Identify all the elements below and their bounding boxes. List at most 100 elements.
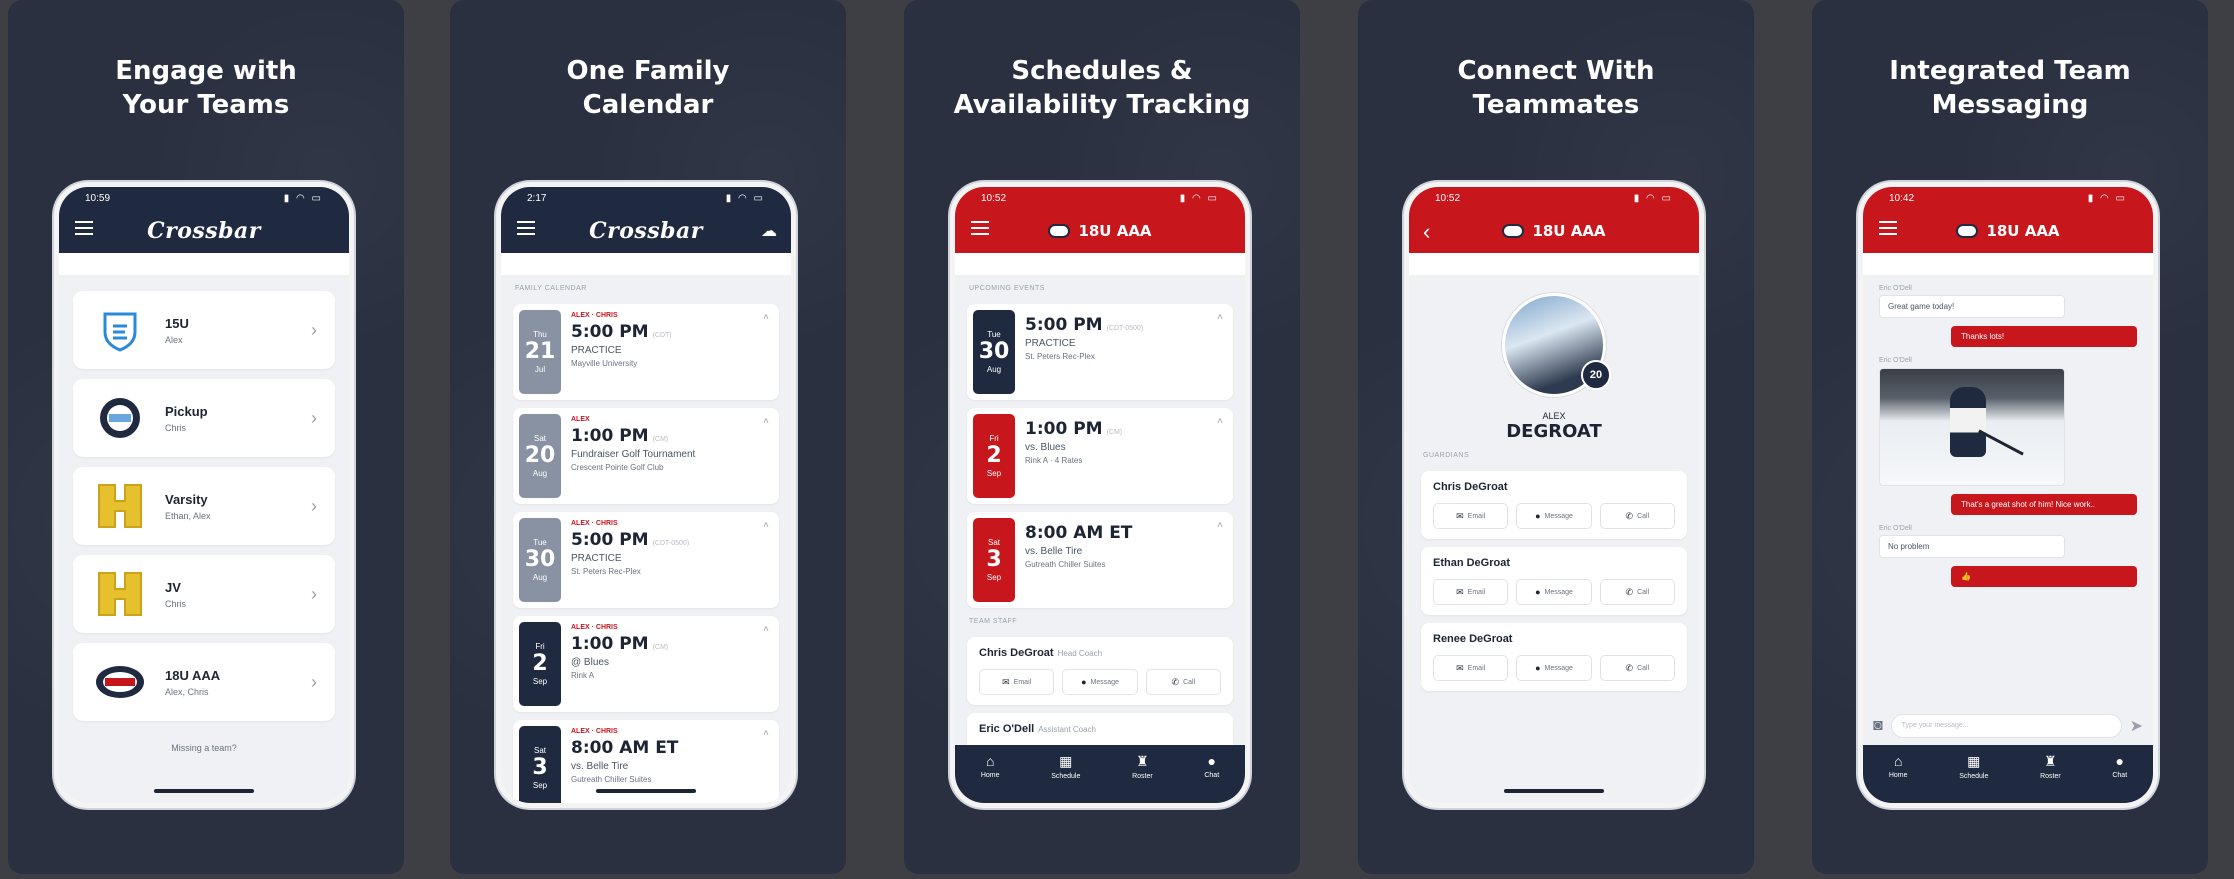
team-title-text: 18U AAA: [1986, 222, 2060, 240]
call-button[interactable]: ✆Call: [1599, 579, 1675, 605]
event-weekday: Tue: [533, 538, 547, 547]
event-details: ALEX · CHRIS 1:00 PM (CM) @ Blues Rink A: [561, 616, 779, 712]
chevron-up-icon[interactable]: ˄: [1217, 520, 1223, 531]
tab-roster[interactable]: ♜ Roster: [2040, 753, 2061, 803]
email-button[interactable]: ✉Email: [1433, 503, 1509, 529]
tab-label: Home: [980, 772, 1000, 779]
tab-schedule[interactable]: ▦ Schedule: [1051, 753, 1080, 803]
tab-home[interactable]: ⌂ Home: [1889, 753, 1908, 803]
call-button[interactable]: ✆Call: [1599, 503, 1675, 529]
event-card[interactable]: Thu 21 Jul ALEX · CHRIS 5:00 PM (CDT) PRACTICE…: [513, 304, 779, 400]
event-day: 21: [524, 339, 556, 364]
tab-schedule[interactable]: ▦ Schedule: [1959, 753, 1988, 803]
hockey-player-image: [1950, 387, 1986, 457]
chevron-up-icon[interactable]: ˄: [763, 416, 769, 427]
message-button[interactable]: ●Message: [1062, 669, 1138, 695]
event-time-text: 5:00 PM: [1025, 315, 1103, 335]
email-button[interactable]: ✉Email: [1433, 655, 1509, 681]
message-composer: ◙ Type your message... ➤: [1863, 707, 2153, 745]
team-card[interactable]: JV Chris ›: [73, 555, 335, 633]
call-button[interactable]: ✆Call: [1599, 655, 1675, 681]
player-last-name: DEGROAT: [1506, 421, 1602, 442]
tab-label: Home: [1888, 772, 1908, 779]
event-time: 1:00 PM (CM): [571, 426, 769, 446]
camera-icon[interactable]: ◙: [1873, 717, 1883, 735]
tab-chat[interactable]: ● Chat: [1204, 753, 1219, 803]
send-icon[interactable]: ➤: [2130, 716, 2143, 736]
event-card[interactable]: Tue 30 Aug 5:00 PM (CDT-0500) PRACTICE St. Pet…: [967, 304, 1233, 400]
event-timezone: (CDT-0500): [1106, 325, 1144, 332]
event-card[interactable]: Fri 2 Sep ALEX · CHRIS 1:00 PM (CM) @ Blues Rin…: [513, 616, 779, 712]
event-location: Gutreath Chiller Suites: [1025, 560, 1106, 569]
app-logo: Crossbar: [589, 218, 703, 244]
event-attendees: ALEX: [571, 416, 590, 423]
outgoing-message: 👍: [1951, 566, 2137, 587]
status-bar: 10:42 ▮ ◠ ▭: [1863, 187, 2153, 209]
event-date: Tue 30 Aug: [519, 518, 561, 602]
tab-chat[interactable]: ● Chat: [2112, 753, 2127, 803]
event-card[interactable]: Sat 20 Aug ALEX 1:00 PM (CM) Fundraiser Golf T…: [513, 408, 779, 504]
home-icon: ⌂: [1893, 753, 1903, 769]
chevron-right-icon: ›: [311, 583, 317, 604]
event-attendees: ALEX · CHRIS: [571, 624, 618, 631]
team-name: Pickup: [165, 403, 208, 419]
incoming-message: No problem: [1879, 535, 2065, 558]
phone-mockup: 10:59 ▮ ◠ ▭ Crossbar 15U Alex › Pickup C…: [54, 182, 354, 808]
menu-icon[interactable]: [1879, 221, 1897, 235]
event-weekday: Sat: [533, 434, 546, 443]
chevron-up-icon[interactable]: ˄: [763, 728, 769, 739]
team-card[interactable]: 18U AAA Alex, Chris ›: [73, 643, 335, 721]
menu-icon[interactable]: [517, 221, 535, 235]
cloud-icon[interactable]: ☁: [761, 221, 777, 241]
panel-headline: Schedules & Availability Tracking: [904, 54, 1300, 122]
section-label: UPCOMING EVENTS: [969, 285, 1045, 292]
action-label: Message: [1544, 588, 1573, 596]
team-card[interactable]: 15U Alex ›: [73, 291, 335, 369]
menu-icon[interactable]: [75, 221, 93, 235]
event-day: 3: [532, 755, 548, 780]
chevron-up-icon[interactable]: ˄: [763, 312, 769, 323]
tab-roster[interactable]: ♜ Roster: [1132, 753, 1153, 803]
phone-icon: ✆: [1171, 676, 1180, 687]
call-button[interactable]: ✆Call: [1145, 669, 1221, 695]
chevron-up-icon[interactable]: ˄: [1217, 416, 1223, 427]
team-card[interactable]: Pickup Chris ›: [73, 379, 335, 457]
incoming-message: Great game today!: [1879, 295, 2065, 318]
event-day: 2: [986, 443, 1002, 468]
tab-home[interactable]: ⌂ Home: [981, 753, 1000, 803]
message-input[interactable]: Type your message...: [1890, 714, 2122, 738]
event-date: Fri 2 Sep: [973, 414, 1015, 498]
email-button[interactable]: ✉Email: [1433, 579, 1509, 605]
event-location: Mayville University: [571, 359, 638, 368]
chevron-right-icon: ›: [311, 671, 317, 692]
event-month: Aug: [532, 469, 548, 478]
chevron-up-icon[interactable]: ˄: [1217, 312, 1223, 323]
shared-photo[interactable]: [1879, 368, 2065, 486]
action-label: Email: [1467, 588, 1486, 596]
event-details: ALEX 1:00 PM (CM) Fundraiser Golf Tournamen…: [561, 408, 779, 504]
action-label: Email: [1467, 512, 1486, 520]
email-button[interactable]: ✉Email: [979, 669, 1055, 695]
event-card[interactable]: Sat 3 Sep ALEX · CHRIS 8:00 AM ET vs. Belle T…: [513, 720, 779, 803]
team-card[interactable]: Varsity Ethan, Alex ›: [73, 467, 335, 545]
back-icon[interactable]: ‹: [1423, 219, 1430, 245]
action-label: Email: [1467, 664, 1486, 672]
message-button[interactable]: ●Message: [1516, 655, 1592, 681]
message-button[interactable]: ●Message: [1516, 579, 1592, 605]
chevron-up-icon[interactable]: ˄: [763, 520, 769, 531]
tab-bar: ⌂ Home ▦ Schedule ♜ Roster ● Chat: [955, 745, 1245, 803]
missing-team-link[interactable]: Missing a team?: [59, 743, 349, 753]
event-card[interactable]: Sat 3 Sep 8:00 AM ET vs. Belle Tire Gutreath …: [967, 512, 1233, 608]
chat-icon: ●: [1081, 677, 1087, 687]
phone-icon: ✆: [1625, 662, 1634, 673]
event-month: Aug: [532, 573, 548, 582]
event-time: 5:00 PM (CDT-0500): [571, 530, 769, 550]
chat-icon: ●: [2115, 753, 2124, 769]
menu-icon[interactable]: [971, 221, 989, 235]
event-card[interactable]: Tue 30 Aug ALEX · CHRIS 5:00 PM (CDT-0500) PRA…: [513, 512, 779, 608]
team-members: Alex, Chris: [165, 686, 209, 697]
chevron-up-icon[interactable]: ˄: [763, 624, 769, 635]
tab-label: Chat: [2112, 772, 2128, 779]
message-button[interactable]: ●Message: [1516, 503, 1592, 529]
event-card[interactable]: Fri 2 Sep 1:00 PM (CM) vs. Blues Rink A · 4 Ra…: [967, 408, 1233, 504]
